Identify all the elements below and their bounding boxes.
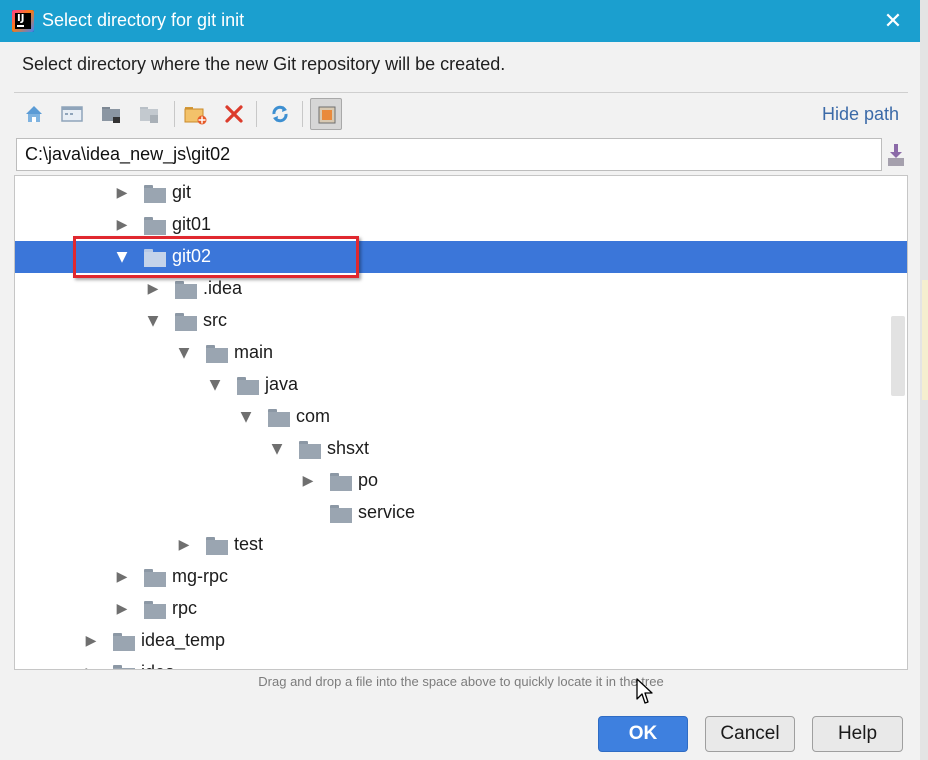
tree-row-label: .idea — [203, 278, 243, 298]
tree-row[interactable]: service — [15, 497, 907, 529]
annotation-highlight-box — [73, 236, 359, 278]
folder-icon — [299, 441, 321, 459]
desktop-icon[interactable] — [56, 98, 88, 130]
folder-icon — [175, 313, 197, 331]
tree-row[interactable]: ▶ po — [15, 465, 907, 497]
window-title: Select directory for git init — [42, 10, 245, 30]
file-chooser-toolbar — [16, 96, 376, 132]
divider — [14, 92, 908, 93]
download-path-icon[interactable] — [884, 140, 908, 168]
folder-icon — [330, 473, 352, 491]
tree-row-label: service — [358, 502, 416, 522]
collapse-arrow-icon[interactable]: ▼ — [239, 401, 253, 433]
tree-scrollbar[interactable] — [891, 316, 905, 396]
title-bar: IJ Select directory for git init ✕ — [0, 0, 920, 42]
tree-row[interactable]: ▶ git — [15, 177, 907, 209]
tree-row[interactable]: ▼ main — [15, 337, 907, 369]
expand-arrow-icon[interactable]: ▶ — [84, 657, 98, 669]
tree-row[interactable]: ▶ idea_temp — [15, 625, 907, 657]
tree-row-label: com — [296, 406, 331, 426]
new-folder-icon[interactable] — [180, 98, 212, 130]
intellij-logo-icon: IJ — [12, 10, 34, 32]
folder-icon — [330, 505, 352, 523]
tree-row-label: mg-rpc — [172, 566, 229, 586]
collapse-arrow-icon[interactable]: ▼ — [270, 433, 284, 465]
tree-row[interactable]: ▼ java — [15, 369, 907, 401]
folder-icon — [113, 633, 135, 651]
mouse-pointer-icon — [636, 678, 654, 706]
home-icon[interactable] — [18, 98, 50, 130]
tree-row-label: main — [234, 342, 274, 362]
module-folder-icon[interactable] — [134, 98, 166, 130]
tree-row[interactable]: ▶ idea_... — [15, 657, 907, 669]
tree-row-label: src — [203, 310, 227, 330]
toolbar-separator — [256, 101, 257, 127]
expand-arrow-icon[interactable]: ▶ — [115, 593, 129, 625]
ok-button[interactable]: OK — [598, 716, 688, 752]
tree-row-label: test — [234, 534, 264, 554]
tree-row[interactable]: ▼ shsxt — [15, 433, 907, 465]
help-button[interactable]: Help — [812, 716, 903, 752]
toolbar-separator — [302, 101, 303, 127]
folder-icon — [144, 569, 166, 587]
folder-icon — [144, 185, 166, 203]
tree-row-label: shsxt — [327, 438, 370, 458]
expand-arrow-icon[interactable]: ▶ — [84, 625, 98, 657]
expand-arrow-icon[interactable]: ▶ — [115, 177, 129, 209]
hide-path-link[interactable]: Hide path — [822, 104, 899, 125]
expand-arrow-icon[interactable]: ▶ — [177, 529, 191, 561]
folder-icon — [237, 377, 259, 395]
folder-icon — [206, 345, 228, 363]
close-icon[interactable]: ✕ — [880, 8, 906, 34]
path-input[interactable] — [16, 138, 882, 171]
tree-row-label: git01 — [172, 214, 212, 234]
folder-icon — [144, 217, 166, 235]
tree-row-label: idea_temp — [141, 630, 226, 650]
tree-row-label: rpc — [172, 598, 198, 618]
collapse-arrow-icon[interactable]: ▼ — [208, 369, 222, 401]
tree-row-label: idea_... — [141, 662, 200, 669]
background-window-edge — [920, 0, 928, 760]
cancel-button[interactable]: Cancel — [705, 716, 795, 752]
folder-icon — [206, 537, 228, 555]
tree-row[interactable]: ▶ mg-rpc — [15, 561, 907, 593]
tree-row-label: po — [358, 470, 379, 490]
show-hidden-files-icon[interactable] — [310, 98, 342, 130]
drag-drop-hint: Drag and drop a file into the space abov… — [258, 674, 664, 689]
tree-row[interactable]: ▼ src — [15, 305, 907, 337]
refresh-icon[interactable] — [264, 98, 296, 130]
project-folder-icon[interactable] — [96, 98, 128, 130]
collapse-arrow-icon[interactable]: ▼ — [177, 337, 191, 369]
dialog-description: Select directory where the new Git repos… — [22, 54, 506, 74]
folder-icon — [144, 601, 166, 619]
folder-icon — [175, 281, 197, 299]
tree-row-label: java — [265, 374, 299, 394]
toolbar-separator — [174, 101, 175, 127]
tree-row-label: git — [172, 182, 192, 202]
collapse-arrow-icon[interactable]: ▼ — [146, 305, 160, 337]
tree-row[interactable]: ▶ rpc — [15, 593, 907, 625]
folder-icon — [268, 409, 290, 427]
delete-icon[interactable] — [218, 98, 250, 130]
folder-icon — [113, 665, 135, 669]
tree-row[interactable]: ▼ com — [15, 401, 907, 433]
tree-row[interactable]: ▶ test — [15, 529, 907, 561]
expand-arrow-icon[interactable]: ▶ — [301, 465, 315, 497]
expand-arrow-icon[interactable]: ▶ — [115, 561, 129, 593]
